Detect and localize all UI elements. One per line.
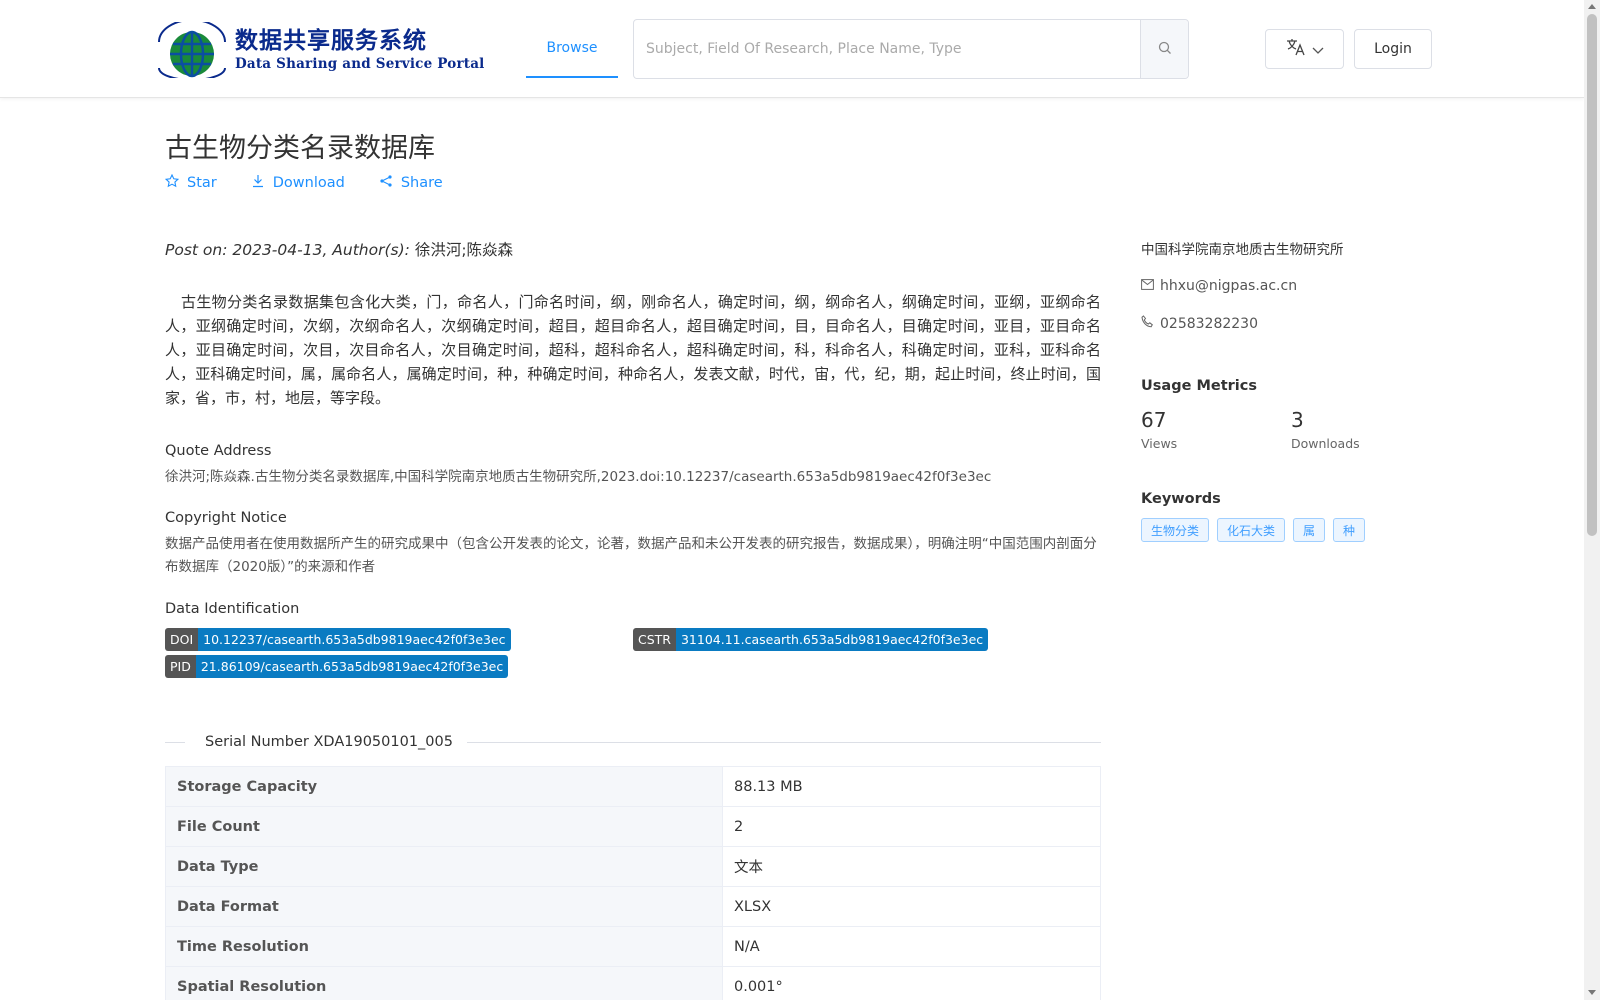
download-icon	[251, 174, 265, 192]
keyword-tag[interactable]: 属	[1293, 518, 1326, 542]
quote-text: 徐洪河;陈焱森.古生物分类名录数据库,中国科学院南京地质古生物研究所,2023.…	[165, 469, 992, 485]
identification-section: Data Identification DOI 10.12237/caseart…	[165, 601, 1101, 689]
table-row: Data Type 文本	[165, 846, 1101, 887]
copyright-section: Copyright Notice 数据产品使用者在使用数据所产生的研究成果中（包…	[165, 510, 1101, 579]
email-contact: hhxu@nigpas.ac.cn	[1141, 278, 1441, 294]
views-count: 67	[1141, 408, 1167, 432]
table-key: Data Type	[165, 846, 723, 887]
table-key: Spatial Resolution	[165, 966, 723, 1000]
table-key: File Count	[165, 806, 723, 847]
quote-label: Quote Address	[165, 443, 272, 459]
logo-title-en: Data Sharing and Service Portal	[235, 56, 485, 72]
keyword-tag[interactable]: 生物分类	[1141, 518, 1210, 542]
metadata-table: Storage Capacity 88.13 MB File Count 2 Dat…	[165, 766, 1101, 1000]
table-key: Data Format	[165, 886, 723, 927]
organization: 中国科学院南京地质古生物研究所	[1141, 242, 1344, 258]
star-icon	[164, 173, 180, 192]
quote-section: Quote Address 徐洪河;陈焱森.古生物分类名录数据库,中国科学院南京…	[165, 443, 1101, 489]
table-row: Storage Capacity 88.13 MB	[165, 766, 1101, 807]
usage-metrics-title: Usage Metrics	[1141, 378, 1257, 394]
post-info: Post on: 2023-04-13, Author(s): 徐洪河;陈焱森	[165, 238, 1101, 260]
language-switch-button[interactable]	[1265, 29, 1344, 69]
globe-logo-icon	[153, 19, 231, 81]
table-key: Time Resolution	[165, 926, 723, 967]
site-header: 数据共享服务系统 Data Sharing and Service Portal…	[0, 0, 1584, 98]
dataset-main: Post on: 2023-04-13, Author(s): 徐洪河;陈焱森 …	[165, 238, 1101, 689]
copyright-text: 数据产品使用者在使用数据所产生的研究成果中（包含公开发表的论文，论著，数据产品和…	[165, 536, 1097, 575]
table-value: 2	[722, 806, 1101, 847]
dataset-actions: Star Download Share	[164, 173, 443, 192]
views-label: Views	[1141, 436, 1178, 451]
share-button[interactable]: Share	[379, 174, 443, 192]
divider-line	[467, 742, 1101, 743]
table-value: 0.001°	[722, 966, 1101, 1000]
dataset-sidebar: 中国科学院南京地质古生物研究所 hhxu@nigpas.ac.cn 025832…	[1141, 238, 1441, 542]
email-text: hhxu@nigpas.ac.cn	[1160, 278, 1298, 294]
usage-metrics: 67 Views 3 Downloads	[1141, 408, 1441, 451]
logo-title-cn: 数据共享服务系统	[235, 27, 427, 54]
table-row: Spatial Resolution 0.001°	[165, 966, 1101, 1000]
download-label: Download	[272, 175, 345, 191]
search-bar	[633, 19, 1189, 79]
search-button[interactable]	[1140, 20, 1188, 78]
chevron-down-icon	[1312, 40, 1324, 59]
page-scrollbar[interactable]	[1584, 0, 1600, 1000]
serial-divider: Serial Number XDA19050101_005	[165, 734, 1101, 750]
post-date: Post on: 2023-04-13, Author(s):	[165, 241, 415, 259]
scroll-up-icon[interactable]	[1588, 4, 1596, 9]
dataset-description: 古生物分类名录数据集包含化大类，门，命名人，门命名时间，纲，刚命名人，确定时间，…	[165, 293, 1101, 407]
phone-text: 02583282230	[1160, 315, 1258, 332]
downloads-label: Downloads	[1291, 436, 1360, 451]
authors: 徐洪河;陈焱森	[414, 241, 514, 259]
copyright-label: Copyright Notice	[165, 510, 287, 526]
table-value: 文本	[722, 846, 1101, 887]
star-button[interactable]: Star	[164, 173, 217, 192]
table-row: File Count 2	[165, 806, 1101, 847]
keywords-title: Keywords	[1141, 491, 1221, 507]
divider-line	[165, 742, 185, 743]
serial-number: Serial Number XDA19050101_005	[205, 734, 453, 750]
share-label: Share	[400, 175, 443, 191]
downloads-count: 3	[1291, 408, 1304, 432]
download-button[interactable]: Download	[251, 174, 345, 192]
keyword-tag[interactable]: 化石大类	[1217, 518, 1286, 542]
table-value: XLSX	[722, 886, 1101, 927]
identification-label: Data Identification	[165, 601, 300, 617]
scroll-down-icon[interactable]	[1588, 990, 1596, 995]
table-value: 88.13 MB	[722, 766, 1101, 807]
cstr-badge[interactable]: CSTR 31104.11.casearth.653a5db9819aec42f…	[633, 628, 989, 651]
table-key: Storage Capacity	[165, 766, 723, 807]
pid-value: 21.86109/casearth.653a5db9819aec42f0f3e3…	[195, 655, 509, 678]
doi-badge[interactable]: DOI 10.12237/casearth.653a5db9819aec42f0…	[165, 628, 511, 651]
table-row: Time Resolution N/A	[165, 926, 1101, 967]
keyword-tags: 生物分类 化石大类 属 种	[1141, 518, 1441, 542]
keyword-tag[interactable]: 种	[1333, 518, 1366, 542]
phone-contact: 02583282230	[1141, 315, 1441, 332]
cstr-value: 31104.11.casearth.653a5db9819aec42f0f3e3…	[675, 628, 989, 651]
star-label: Star	[187, 175, 217, 191]
login-button[interactable]: Login	[1354, 29, 1432, 69]
doi-value: 10.12237/casearth.653a5db9819aec42f0f3e3…	[198, 628, 511, 651]
scrollbar-thumb[interactable]	[1587, 14, 1597, 536]
search-input[interactable]	[634, 20, 1140, 78]
doi-key: DOI	[165, 628, 199, 651]
search-icon	[1158, 40, 1172, 59]
pid-badge[interactable]: PID 21.86109/casearth.653a5db9819aec42f0…	[165, 655, 509, 678]
downloads-metric: 3 Downloads	[1291, 408, 1360, 451]
phone-icon	[1141, 315, 1154, 332]
translate-icon	[1286, 38, 1306, 60]
pid-key: PID	[165, 655, 196, 678]
table-row: Data Format XLSX	[165, 886, 1101, 927]
table-value: N/A	[722, 926, 1101, 967]
nav-browse-tab[interactable]: Browse	[526, 20, 618, 78]
share-icon	[379, 174, 393, 192]
views-metric: 67 Views	[1141, 408, 1291, 451]
site-logo[interactable]: 数据共享服务系统 Data Sharing and Service Portal	[153, 19, 485, 81]
page-title: 古生物分类名录数据库	[165, 133, 435, 164]
mail-icon	[1141, 278, 1154, 294]
cstr-key: CSTR	[633, 628, 676, 651]
